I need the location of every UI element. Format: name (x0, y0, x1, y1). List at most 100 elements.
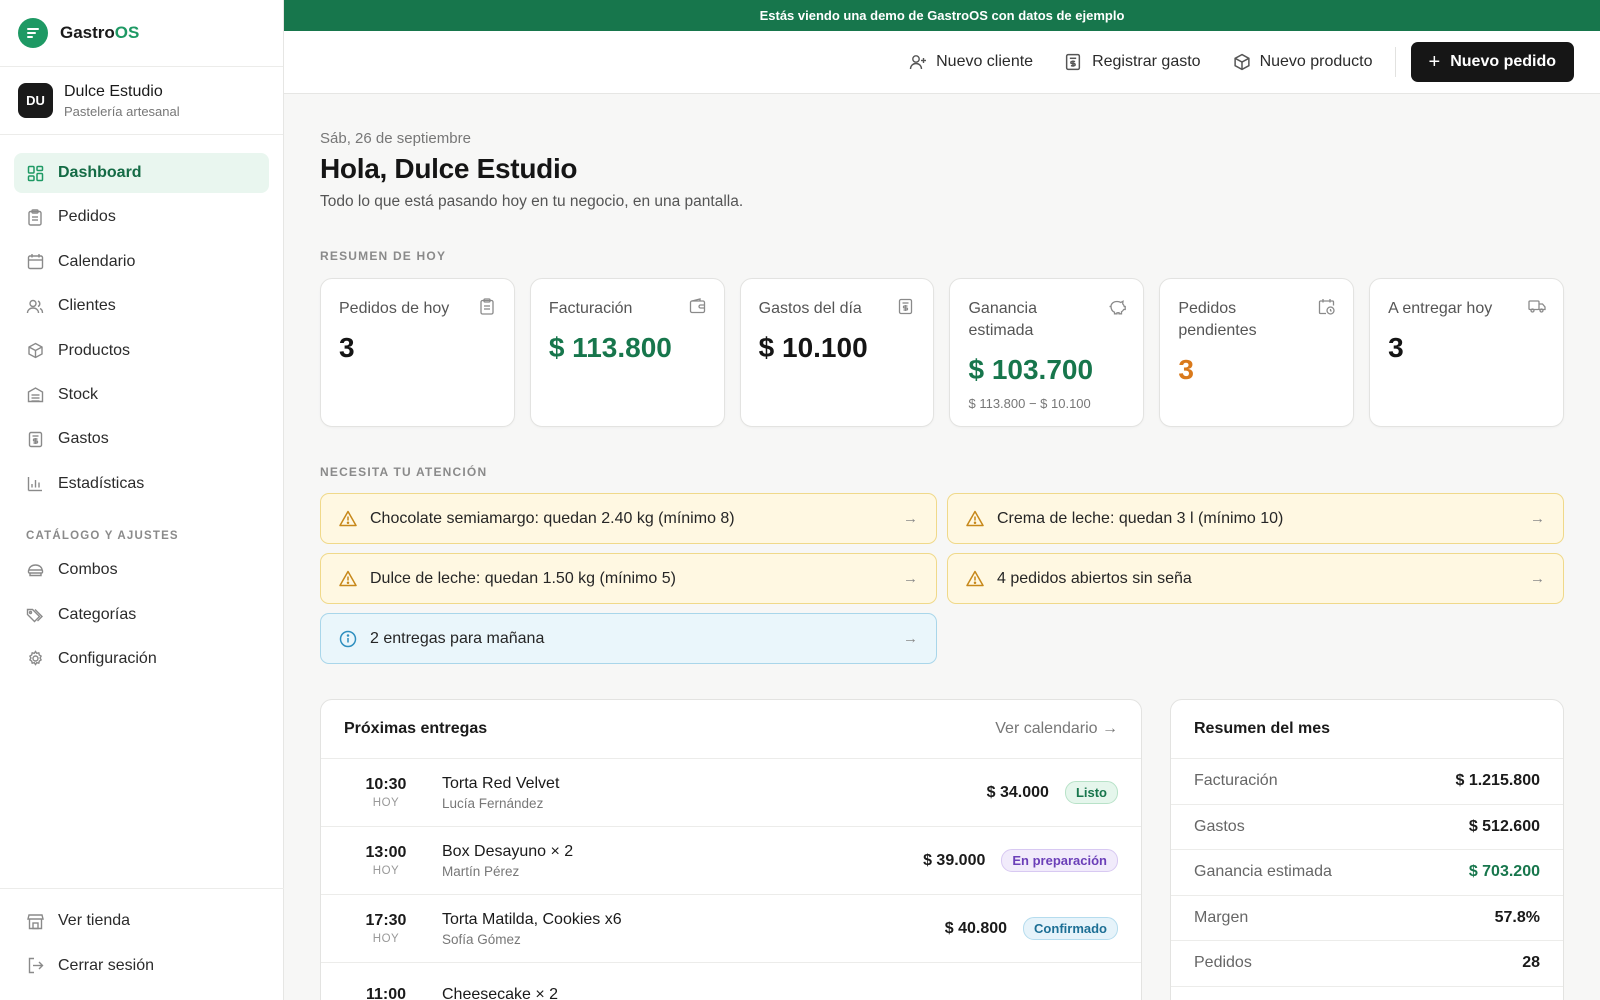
sidebar-item-categorias[interactable]: Categorías (14, 595, 269, 635)
month-row-expenses: Gastos $ 512.600 (1171, 805, 1563, 850)
card-title: Próximas entregas (344, 720, 488, 737)
stat-card-deliver-today[interactable]: A entregar hoy 3 (1369, 278, 1564, 427)
summary-cards: Pedidos de hoy 3 Facturación $ 113.800 G… (320, 278, 1564, 427)
box-icon (26, 342, 44, 360)
info-icon (339, 630, 357, 648)
page-title: Hola, Dulce Estudio (320, 153, 578, 184)
delivery-row[interactable]: 11:00 Cheesecake × 2 (321, 963, 1141, 1000)
nav-section-label: CATÁLOGO Y AJUSTES (26, 530, 179, 543)
delivery-amount: $ 34.000 (986, 783, 1049, 801)
stat-value: 3 (1178, 354, 1194, 385)
warning-icon (966, 570, 984, 588)
sidebar-item-gastos[interactable]: Gastos (14, 419, 269, 459)
sidebar-item-productos[interactable]: Productos (14, 331, 269, 371)
arrow-right-icon: → (1530, 510, 1545, 527)
new-client-button[interactable]: Nuevo cliente (909, 53, 1033, 71)
clipboard-icon (26, 208, 44, 226)
tags-icon (26, 606, 44, 624)
delivery-row[interactable]: 13:00 HOY Box Desayuno × 2 Martín Pérez $ … (321, 827, 1141, 895)
combo-icon (26, 561, 44, 579)
alert-item[interactable]: Chocolate semiamargo: quedan 2.40 kg (mí… (320, 493, 937, 544)
business-avatar: DU (18, 83, 53, 118)
month-row-orders: Pedidos 28 (1171, 941, 1563, 987)
stat-card-pending-orders[interactable]: Pedidos pendientes 3 (1159, 278, 1355, 427)
sidebar-item-clientes[interactable]: Clientes (14, 286, 269, 326)
month-row-billing: Facturación $ 1.215.800 (1171, 759, 1563, 805)
sidebar-item-combos[interactable]: Combos (14, 550, 269, 590)
sidebar-item-estadisticas[interactable]: Estadísticas (14, 464, 269, 504)
sidebar-item-label: Configuración (58, 649, 157, 667)
stat-card-orders-today[interactable]: Pedidos de hoy 3 (320, 278, 515, 427)
stat-value: $ 113.800 (548, 332, 672, 363)
delivery-row[interactable]: 17:30 HOY Torta Matilda, Cookies x6 Sofía … (321, 895, 1141, 963)
delivery-row[interactable]: 10:30 HOY Torta Red Velvet Lucía Fernández… (321, 759, 1141, 827)
sidebar-item-label: Dashboard (58, 164, 142, 181)
view-calendar-link[interactable]: Ver calendario → (995, 720, 1118, 738)
sidebar-item-label: Estadísticas (58, 474, 145, 492)
sidebar-item-stock[interactable]: Stock (14, 375, 269, 415)
stat-value: 3 (1388, 332, 1404, 363)
attention-section-label: NECESITA TU ATENCIÓN (320, 465, 488, 479)
sidebar-item-ver-tienda[interactable]: Ver tienda (14, 901, 270, 941)
summary-section-label: RESUMEN DE HOY (320, 249, 447, 263)
sidebar-item-label: Productos (58, 341, 131, 359)
stat-label: Pedidos de hoy (339, 300, 450, 317)
arrow-right-icon: → (903, 570, 918, 587)
sidebar-item-configuracion[interactable]: Configuración (14, 639, 269, 679)
wallet-icon (689, 298, 706, 315)
arrow-right-icon: → (1530, 570, 1545, 587)
sidebar-item-cerrar-sesion[interactable]: Cerrar sesión (14, 946, 270, 986)
demo-banner: Estás viendo una demo de GastroOS con da… (284, 0, 1600, 31)
brand-logo-icon (18, 18, 48, 48)
status-badge: Listo (1064, 781, 1118, 804)
status-badge: En preparación (1001, 849, 1118, 872)
page-subtitle: Todo lo que está pasando hoy en tu negoc… (320, 193, 744, 210)
upcoming-deliveries-card: Próximas entregas Ver calendario → 10:30… (320, 699, 1142, 1000)
alert-item[interactable]: 4 pedidos abiertos sin seña → (947, 553, 1564, 604)
store-icon (26, 912, 44, 930)
business-switcher[interactable]: DU Dulce Estudio Pastelería artesanal (0, 67, 283, 135)
warehouse-icon (26, 386, 44, 404)
sidebar-item-pedidos[interactable]: Pedidos (14, 197, 269, 237)
sidebar-item-label: Stock (58, 385, 99, 403)
sidebar-item-label: Gastos (58, 430, 109, 448)
sidebar-item-calendario[interactable]: Calendario (14, 242, 269, 282)
stat-card-billing[interactable]: Facturación $ 113.800 (529, 278, 725, 427)
warning-icon (339, 570, 357, 588)
delivery-amount: $ 40.800 (944, 919, 1008, 937)
new-order-button[interactable]: + Nuevo pedido (1410, 42, 1574, 82)
stat-note: $ 113.800 − $ 10.100 (968, 396, 1091, 411)
stat-card-daily-expenses[interactable]: Gastos del día $ 10.100 (739, 278, 935, 427)
sidebar: GastroOS DU Dulce Estudio Pastelería art… (0, 0, 284, 1000)
stat-label: Facturación (548, 300, 633, 317)
dashboard-icon (26, 164, 44, 182)
receipt-icon (26, 430, 44, 448)
sidebar-item-dashboard[interactable]: Dashboard (14, 153, 269, 193)
sidebar-item-label: Calendario (58, 252, 136, 270)
delivery-amount: $ 39.000 (923, 851, 986, 869)
register-expense-button[interactable]: Registrar gasto (1065, 53, 1201, 71)
top-header: Nuevo cliente Registrar gasto Nuevo prod… (284, 31, 1600, 94)
users-icon (26, 297, 44, 315)
warning-icon (339, 510, 357, 528)
header-divider (1394, 47, 1396, 77)
user-plus-icon (909, 53, 927, 71)
stat-label: Ganancia estimada (968, 300, 1037, 339)
main-nav: Dashboard Pedidos Calendario Clientes Pr… (0, 135, 283, 679)
alert-item-info[interactable]: 2 entregas para mañana → (320, 613, 937, 664)
brand[interactable]: GastroOS (0, 0, 283, 67)
alert-item[interactable]: Crema de leche: quedan 3 l (mínimo 10) → (947, 493, 1564, 544)
card-title: Resumen del mes (1194, 720, 1331, 737)
warning-icon (966, 510, 984, 528)
arrow-right-icon: → (1102, 720, 1118, 737)
current-date: Sáb, 26 de septiembre (320, 130, 471, 147)
new-product-button[interactable]: Nuevo producto (1233, 53, 1373, 71)
sidebar-item-label: Pedidos (58, 208, 116, 226)
sidebar-footer: Ver tienda Cerrar sesión (0, 888, 284, 1000)
alert-item[interactable]: Dulce de leche: quedan 1.50 kg (mínimo 5… (320, 553, 937, 604)
stat-card-estimated-profit[interactable]: Ganancia estimada $ 103.700 $ 113.800 − … (949, 278, 1145, 427)
truck-icon (1528, 298, 1546, 315)
stat-value: $ 10.100 (758, 332, 868, 363)
bottom-panels: Próximas entregas Ver calendario → 10:30… (320, 699, 1564, 1000)
month-row-margin: Margen 57.8% (1171, 896, 1563, 941)
